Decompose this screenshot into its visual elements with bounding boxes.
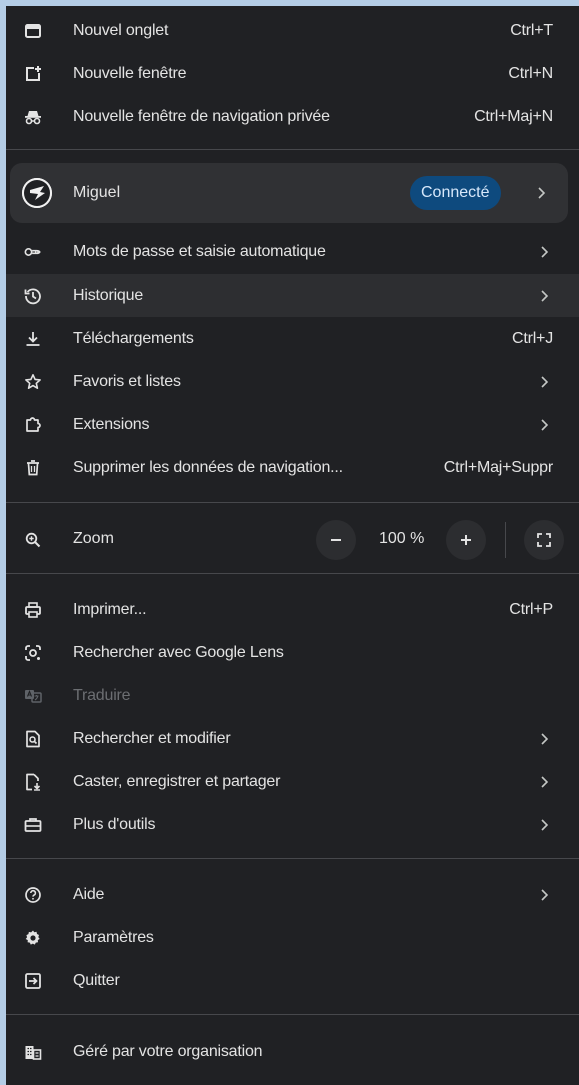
history-icon [22, 285, 44, 307]
chrome-menu: Nouvel onglet Ctrl+T Nouvelle fenêtre Ct… [6, 6, 579, 1085]
menu-item-downloads[interactable]: Téléchargements Ctrl+J [6, 317, 579, 360]
key-icon [22, 241, 44, 263]
divider [6, 1014, 579, 1015]
incognito-shortcut: Ctrl+Maj+N [474, 107, 553, 125]
chevron-right-icon [536, 186, 546, 200]
zoom-out-button[interactable] [316, 520, 356, 560]
find-edit-label: Rechercher et modifier [73, 729, 231, 747]
print-label: Imprimer... [73, 600, 147, 618]
incognito-label: Nouvelle fenêtre de navigation privée [73, 107, 330, 125]
clear-data-label: Supprimer les données de navigation... [73, 458, 343, 476]
new-window-icon [22, 63, 44, 85]
menu-item-cast[interactable]: Caster, enregistrer et partager [6, 760, 579, 803]
help-icon [22, 884, 44, 906]
zoom-icon [22, 529, 44, 551]
chevron-right-icon [539, 818, 549, 832]
menu-item-new-window[interactable]: Nouvelle fenêtre Ctrl+N [6, 52, 579, 95]
find-in-page-icon [22, 728, 44, 750]
menu-item-translate[interactable]: Traduire [6, 674, 579, 717]
chevron-right-icon [539, 375, 549, 389]
zoom-label: Zoom [73, 530, 114, 547]
downloads-shortcut: Ctrl+J [511, 329, 553, 347]
clear-data-shortcut: Ctrl+Maj+Suppr [443, 458, 553, 476]
profile-name: Miguel [73, 184, 121, 201]
chevron-right-icon [539, 418, 549, 432]
passwords-label: Mots de passe et saisie automatique [73, 242, 326, 260]
menu-item-print[interactable]: Imprimer... Ctrl+P [6, 588, 579, 631]
new-tab-icon [22, 20, 44, 42]
chevron-right-icon [539, 775, 549, 789]
chevron-right-icon [539, 732, 549, 746]
incognito-icon [22, 106, 44, 128]
downloads-label: Téléchargements [73, 329, 194, 347]
chevron-right-icon [539, 888, 549, 902]
zoom-divider [505, 522, 506, 558]
menu-item-help[interactable]: Aide [6, 873, 579, 916]
zoom-value: 100 % [379, 530, 425, 547]
menu-item-bookmarks[interactable]: Favoris et listes [6, 360, 579, 403]
divider [6, 573, 579, 574]
quit-label: Quitter [73, 971, 120, 989]
zoom-in-button[interactable] [446, 520, 486, 560]
menu-item-more-tools[interactable]: Plus d'outils [6, 803, 579, 846]
translate-label: Traduire [73, 686, 131, 704]
menu-item-managed[interactable]: Géré par votre organisation [6, 1030, 579, 1073]
menu-item-history[interactable]: Historique [6, 274, 579, 317]
toolbox-icon [22, 814, 44, 836]
google-lens-label: Rechercher avec Google Lens [73, 643, 284, 661]
cast-save-share-icon [22, 771, 44, 793]
divider [6, 858, 579, 859]
settings-label: Paramètres [73, 928, 154, 946]
star-icon [22, 371, 44, 393]
signed-in-badge: Connecté [410, 176, 501, 210]
download-icon [22, 328, 44, 350]
history-label: Historique [73, 286, 144, 304]
menu-item-new-tab[interactable]: Nouvel onglet Ctrl+T [6, 9, 579, 52]
translate-icon [22, 685, 44, 707]
more-tools-label: Plus d'outils [73, 815, 156, 833]
new-window-label: Nouvelle fenêtre [73, 64, 187, 82]
chevron-right-icon [539, 245, 549, 259]
building-icon [22, 1041, 44, 1063]
bookmarks-label: Favoris et listes [73, 372, 181, 390]
trash-icon [22, 457, 44, 479]
menu-item-incognito[interactable]: Nouvelle fenêtre de navigation privée Ct… [6, 95, 579, 138]
managed-label: Géré par votre organisation [73, 1042, 263, 1060]
menu-item-settings[interactable]: Paramètres [6, 916, 579, 959]
new-tab-label: Nouvel onglet [73, 21, 169, 39]
help-label: Aide [73, 885, 105, 903]
printer-icon [22, 599, 44, 621]
divider [6, 502, 579, 503]
zoom-row: Zoom 100 % [6, 518, 579, 562]
extensions-label: Extensions [73, 415, 150, 433]
menu-item-find-edit[interactable]: Rechercher et modifier [6, 717, 579, 760]
exit-icon [22, 970, 44, 992]
avatar [22, 178, 52, 208]
fullscreen-button[interactable] [524, 520, 564, 560]
puzzle-icon [22, 414, 44, 436]
print-shortcut: Ctrl+P [509, 600, 553, 618]
cast-label: Caster, enregistrer et partager [73, 772, 281, 790]
gear-icon [22, 927, 44, 949]
new-tab-shortcut: Ctrl+T [510, 21, 553, 39]
menu-item-google-lens[interactable]: Rechercher avec Google Lens [6, 631, 579, 674]
menu-item-passwords[interactable]: Mots de passe et saisie automatique [6, 230, 579, 273]
divider [6, 149, 579, 150]
menu-item-quit[interactable]: Quitter [6, 959, 579, 1002]
new-window-shortcut: Ctrl+N [508, 64, 553, 82]
google-lens-icon [22, 642, 44, 664]
chevron-right-icon [539, 289, 549, 303]
menu-item-extensions[interactable]: Extensions [6, 403, 579, 446]
profile-row[interactable]: Miguel Connecté [10, 163, 568, 223]
menu-item-clear-data[interactable]: Supprimer les données de navigation... C… [6, 446, 579, 489]
